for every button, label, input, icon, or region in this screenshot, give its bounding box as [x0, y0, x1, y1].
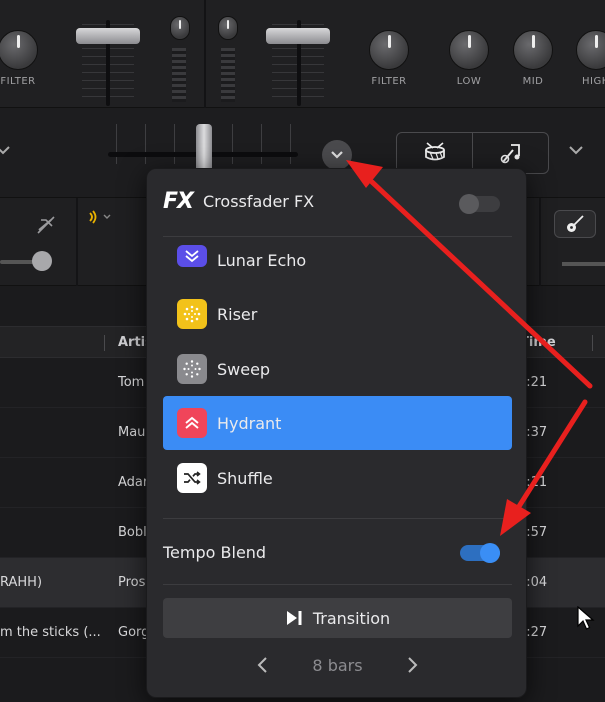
fx-label: Sweep — [217, 359, 271, 379]
popup-title: Crossfader FX — [203, 192, 315, 211]
chevron-right-icon[interactable] — [407, 656, 419, 674]
instruments-icon — [500, 144, 520, 164]
crossfader-fx-toggle[interactable] — [459, 194, 500, 214]
filter-label-right: FILTER — [371, 76, 407, 87]
chevron-left-icon[interactable] — [256, 656, 268, 674]
riser-icon — [177, 299, 207, 329]
track-title: RAHH) — [0, 575, 43, 590]
mid-label: MID — [522, 76, 544, 87]
strip-separator — [76, 198, 78, 286]
level-meter-left — [172, 48, 186, 102]
filter-label-left: FILTER — [0, 76, 36, 87]
fx-label: Lunar Echo — [217, 250, 307, 270]
channel-fader-left[interactable] — [76, 28, 140, 44]
level-meter-right — [221, 48, 235, 102]
fx-logo: FX — [163, 189, 194, 214]
chevron-down-icon[interactable] — [569, 144, 583, 156]
low-eq-knob[interactable] — [449, 30, 489, 70]
speaker-wave-icon[interactable] — [88, 210, 114, 224]
mixer-panel: FILTER FILTER LOW MID HIGH — [0, 0, 605, 108]
trim-knob-right[interactable] — [218, 16, 238, 40]
mixer-divider — [204, 0, 206, 108]
transition-label: Transition — [312, 608, 391, 628]
instruments-button[interactable] — [472, 133, 548, 173]
column-separator — [592, 335, 593, 351]
mid-eq-knob[interactable] — [513, 30, 553, 70]
filter-knob-right[interactable] — [369, 30, 409, 70]
crossfader-fx-dropdown-button[interactable] — [322, 140, 352, 170]
high-label: HIGH — [582, 76, 605, 87]
divider — [163, 518, 512, 519]
fx-label: Hydrant — [217, 413, 282, 433]
guitar-icon — [567, 215, 584, 232]
chevron-down-icon[interactable] — [0, 144, 10, 156]
fx-label: Shuffle — [217, 468, 273, 488]
tempo-blend-label: Tempo Blend — [163, 543, 267, 562]
fx-item-lunar-echo[interactable]: Lunar Echo — [163, 233, 512, 287]
column-separator — [104, 335, 105, 351]
track-artist: Pros — [118, 575, 146, 590]
sweep-icon — [177, 354, 207, 384]
fx-item-shuffle[interactable]: Shuffle — [163, 451, 512, 505]
bars-value: 8 bars — [312, 655, 363, 675]
track-artist: Mau — [118, 425, 146, 440]
hydrant-icon — [177, 408, 207, 438]
mute-icon[interactable] — [36, 216, 56, 234]
track-title: m the sticks (... — [0, 625, 101, 640]
tempo-blend-toggle[interactable] — [460, 543, 500, 563]
volume-slider-track-right — [562, 262, 605, 266]
volume-slider-thumb[interactable] — [32, 251, 52, 271]
fx-label: Riser — [217, 304, 258, 324]
track-artist: Tom — [118, 375, 145, 390]
trim-knob-left[interactable] — [170, 16, 190, 40]
low-label: LOW — [456, 76, 482, 87]
high-eq-knob[interactable] — [576, 30, 605, 70]
lunar-echo-icon — [177, 245, 207, 267]
toggle-thumb — [480, 543, 500, 563]
channel-fader-right[interactable] — [266, 28, 330, 44]
drum-icon — [424, 142, 445, 161]
track-artist: Adar — [118, 475, 149, 490]
transition-button[interactable]: Transition — [163, 598, 512, 638]
track-artist: Gorg — [118, 625, 150, 640]
track-artist: Bobl — [118, 525, 147, 540]
popup-header: FX Crossfader FX — [163, 189, 314, 214]
fx-item-hydrant[interactable]: Hydrant — [163, 396, 512, 450]
chevron-down-icon — [331, 151, 343, 159]
shuffle-icon — [177, 463, 207, 493]
divider — [163, 584, 512, 585]
bars-selector: 8 bars — [163, 647, 512, 683]
strip-separator — [539, 198, 541, 286]
play-next-icon — [286, 611, 302, 625]
guitar-button[interactable] — [554, 210, 596, 238]
toggle-thumb — [459, 194, 479, 214]
fx-item-sweep[interactable]: Sweep — [163, 342, 512, 396]
crossfader-fx-popup: FX Crossfader FX Lunar Echo Riser Sweep — [146, 168, 527, 698]
filter-knob-left[interactable] — [0, 30, 38, 70]
drum-button[interactable] — [397, 133, 472, 173]
mouse-cursor-icon — [577, 606, 595, 630]
fx-item-riser[interactable]: Riser — [163, 287, 512, 341]
